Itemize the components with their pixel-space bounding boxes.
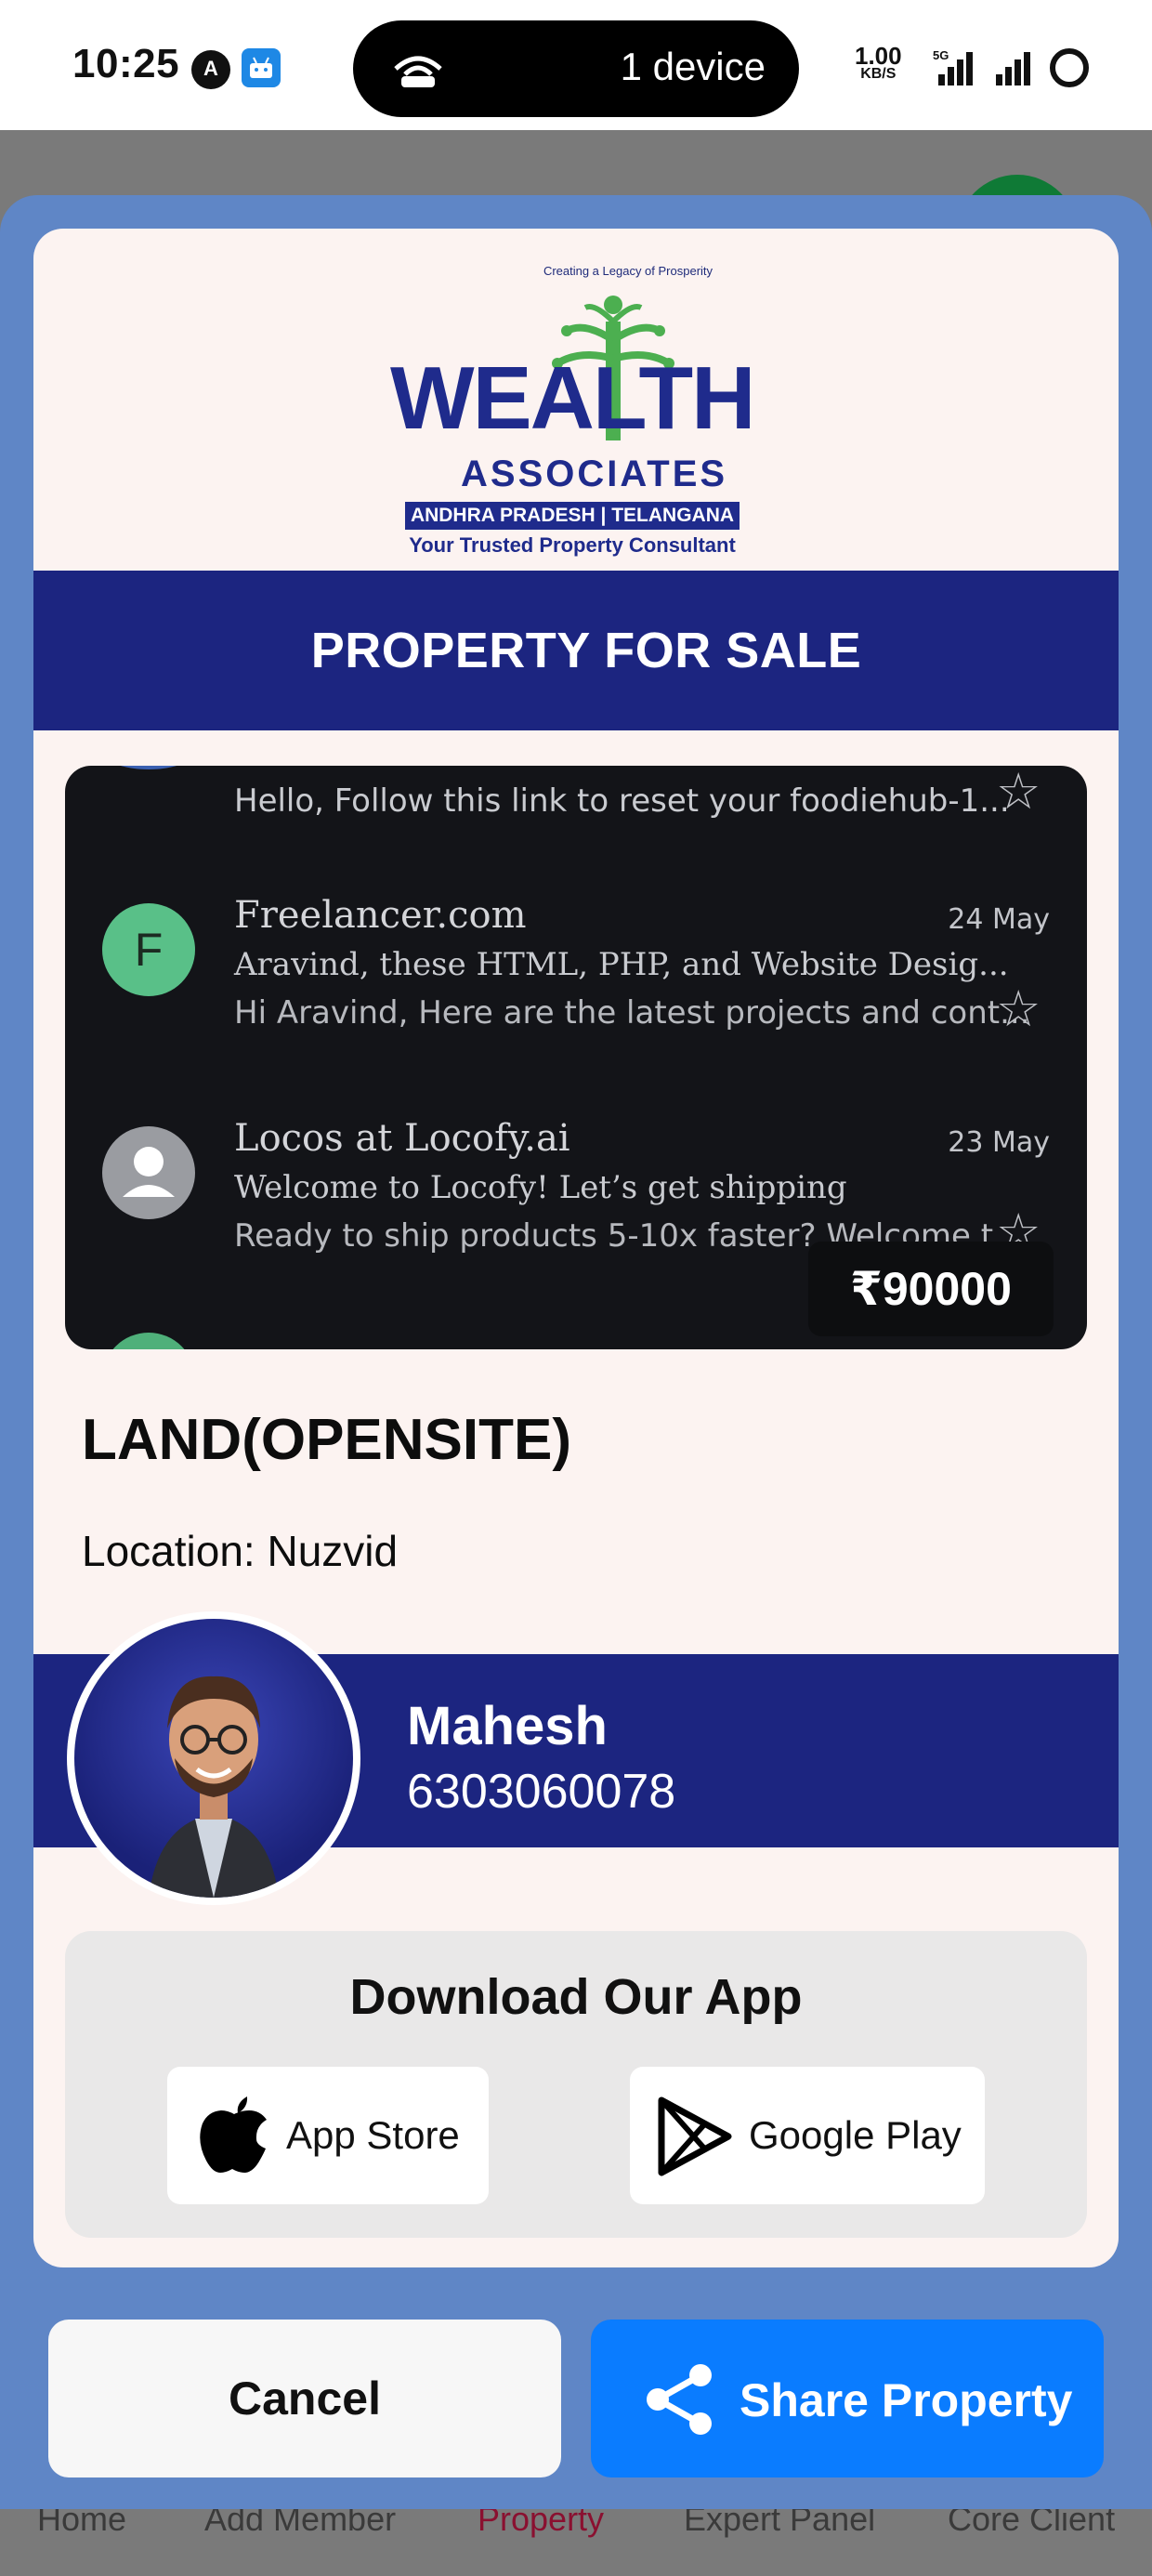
ring-icon	[1050, 48, 1089, 87]
email-subject: Welcome to Locofy! Let’s get shipping	[234, 1169, 847, 1206]
apple-icon	[200, 2096, 267, 2173]
email-sender: Freelancer.com	[234, 894, 527, 937]
agent-name: Mahesh	[407, 1696, 608, 1756]
hotspot-device-count: 1 device	[620, 45, 766, 88]
property-card: Creating a Legacy of Prosperity WEALTH A…	[33, 229, 1119, 2267]
price-tag: ₹90000	[808, 1242, 1054, 1336]
email-avatar: F	[102, 903, 195, 996]
google-play-label: Google Play	[749, 2113, 962, 2157]
net-speed: 1.00 KB/S	[855, 44, 902, 84]
email-preview-top: Hello, Follow this link to reset your fo…	[234, 782, 1010, 820]
agent-avatar	[67, 1611, 360, 1905]
download-app-box: Download Our App App Store Google Play	[65, 1931, 1087, 2238]
5g-signal-icon: 5G	[933, 48, 973, 85]
email-date: 23 May	[948, 1126, 1050, 1159]
property-type: LAND(OPENSITE)	[82, 1408, 571, 1472]
share-property-modal: Creating a Legacy of Prosperity WEALTH A…	[0, 195, 1152, 2509]
share-label: Share Property	[740, 2374, 1073, 2426]
app-store-label: App Store	[286, 2113, 460, 2157]
email-row: F Freelancer.com 24 May Aravind, these H…	[65, 894, 1087, 1108]
logo-arc-text: Creating a Legacy of Prosperity	[543, 264, 713, 278]
hotspot-icon	[394, 56, 442, 87]
google-play-button[interactable]: Google Play	[630, 2067, 985, 2204]
share-icon	[647, 2364, 712, 2435]
status-time: 10:25	[72, 41, 180, 86]
email-sender: Locos at Locofy.ai	[234, 1117, 570, 1160]
email-preview: Hi Aravind, Here are the latest projects…	[234, 994, 1030, 1032]
property-for-sale-banner: PROPERTY FOR SALE	[33, 571, 1119, 730]
email-subject: Aravind, these HTML, PHP, and Website De…	[234, 946, 1009, 983]
cancel-button[interactable]: Cancel	[48, 2320, 561, 2477]
hotspot-pill[interactable]: 1 device	[353, 20, 799, 117]
email-date: 24 May	[948, 903, 1050, 936]
email-avatar	[102, 1126, 195, 1219]
logo-states: ANDHRA PRADESH | TELANGANA	[405, 502, 740, 530]
android-icon	[242, 48, 281, 87]
signal-icon	[996, 52, 1030, 85]
agent-phone[interactable]: 6303060078	[407, 1764, 675, 1820]
star-icon: ☆	[996, 766, 1041, 820]
download-title: Download Our App	[349, 1969, 803, 2025]
status-bar: 10:25 A 1 device 1.00 KB/S 5G	[0, 0, 1152, 130]
wealth-associates-logo: Creating a Legacy of Prosperity WEALTH A…	[33, 256, 1119, 557]
email-avatar-partial	[102, 766, 195, 769]
email-avatar-partial	[102, 1333, 195, 1349]
logo-tagline: Your Trusted Property Consultant	[409, 533, 736, 557]
agent-illustration	[149, 1676, 279, 1898]
property-location: Location: Nuzvid	[82, 1527, 399, 1575]
logo-wordmark: WEALTH	[390, 348, 755, 448]
logo-associates: ASSOCIATES	[461, 453, 728, 494]
person-icon	[123, 1147, 175, 1197]
app-a-icon: A	[191, 50, 230, 89]
svg-text:5G: 5G	[933, 48, 949, 62]
cancel-label: Cancel	[229, 2372, 381, 2425]
net-speed-unit: KB/S	[860, 66, 897, 82]
google-play-icon	[658, 2096, 732, 2176]
property-photo: Hello, Follow this link to reset your fo…	[65, 766, 1087, 1349]
banner-title: PROPERTY FOR SALE	[310, 623, 862, 678]
star-icon: ☆	[996, 981, 1041, 1037]
share-property-button[interactable]: Share Property	[591, 2320, 1104, 2477]
app-store-button[interactable]: App Store	[167, 2067, 489, 2204]
